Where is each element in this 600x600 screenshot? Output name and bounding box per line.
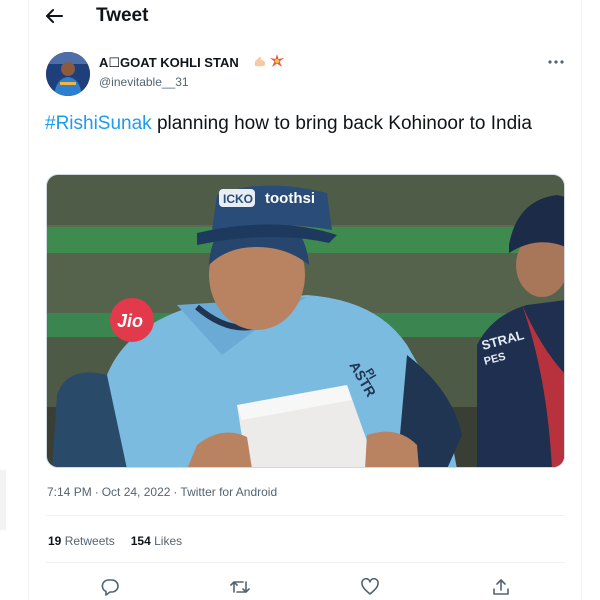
likes-count: 154 [130,534,151,548]
tweet-body: planning how to bring back Kohinoor to I… [151,113,532,134]
jio-logo-text: Jio [117,311,143,331]
tweet-actions [46,576,565,598]
cap-badge-text: ICKO [223,192,253,206]
tweet-time[interactable]: 7:14 PM [47,485,92,499]
sparkle-icon [270,54,284,73]
cap-brand-text: toothsi [265,190,315,207]
author-display-name[interactable]: A☐GOAT KOHLI STAN [99,55,239,71]
hashtag-link[interactable]: #RishiSunak [45,113,152,134]
flexed-biceps-icon [253,54,267,73]
like-icon[interactable] [359,576,381,598]
arrow-left-icon[interactable] [42,4,66,28]
meta-separator-2: · [173,485,178,499]
likes-stat[interactable]: 154 Likes [131,534,182,548]
tweet-photo[interactable]: ICKO toothsi Jio ASTR PI STRAL PES [46,174,565,468]
divider [46,515,565,516]
reply-icon[interactable] [99,576,121,598]
tweet-date[interactable]: Oct 24, 2022 [102,485,171,499]
likes-label: Likes [154,534,183,548]
tweet-source[interactable]: Twitter for Android [180,485,277,499]
tweet-text: #RishiSunak planning how to bring back K… [45,111,565,136]
tweet-header: Tweet [28,0,582,32]
page-edge-shadow [0,470,6,530]
meta-separator: · [94,485,99,499]
name-emoji-group [253,54,284,73]
share-icon[interactable] [490,576,512,598]
retweet-icon[interactable] [229,576,251,598]
more-options-icon[interactable] [546,53,566,71]
page-title: Tweet [96,5,149,26]
retweets-stat[interactable]: 19 Retweets [48,534,115,548]
author-handle[interactable]: @inevitable__31 [99,75,189,89]
tweet-meta: 7:14 PM · Oct 24, 2022 · Twitter for Android [47,485,277,499]
avatar[interactable] [46,52,90,96]
divider-2 [46,562,565,563]
retweets-count: 19 [48,534,62,548]
retweets-label: Retweets [64,534,115,548]
tweet-stats: 19 Retweets 154 Likes [48,534,198,548]
